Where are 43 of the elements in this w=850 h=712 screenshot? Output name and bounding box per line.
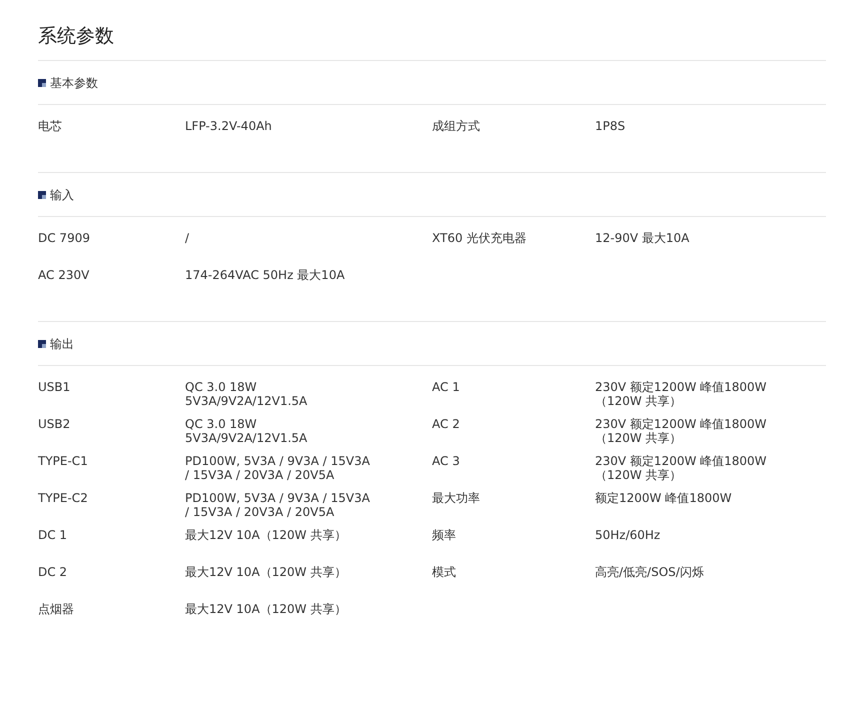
section-heading: 输出 [50, 336, 74, 352]
spec-label: 最大功率 [432, 491, 481, 505]
spec-label: AC 1 [432, 380, 461, 394]
spec-label: TYPE-C1 [38, 454, 89, 468]
spec-value: 230V 额定1200W 峰值1800W（120W 共享） [595, 454, 768, 482]
spec-value: PD100W, 5V3A / 9V3A / 15V3A / 15V3A / 20V3A / 20V5A [185, 491, 370, 519]
spec-value: 50Hz/60Hz [595, 528, 662, 542]
spec-value: QC 3.0 18W 5V3A/9V2A/12V1.5A [185, 417, 308, 445]
section-icon [38, 340, 46, 348]
spec-value: 174-264VAC 50Hz 最大10A [185, 268, 346, 282]
spec-value: 1P8S [595, 119, 626, 133]
spec-label: XT60 光伏充电器 [432, 231, 528, 245]
spec-value: 额定1200W 峰值1800W [595, 491, 733, 505]
spec-label: 点烟器 [38, 602, 75, 616]
spec-value: 12-90V 最大10A [595, 231, 690, 245]
spec-value: / [185, 231, 190, 245]
spec-label: 电芯 [38, 119, 63, 133]
page-title: 系统参数 [38, 24, 115, 49]
spec-value: PD100W, 5V3A / 9V3A / 15V3A / 15V3A / 20V3A / 20V5A [185, 454, 370, 482]
spec-label: TYPE-C2 [38, 491, 89, 505]
spec-value: QC 3.0 18W 5V3A/9V2A/12V1.5A [185, 380, 308, 408]
section-icon [38, 78, 46, 86]
spec-value: 最大12V 10A（120W 共享） [185, 602, 348, 616]
spec-label: DC 2 [38, 565, 68, 579]
spec-label: 成组方式 [432, 119, 481, 133]
spec-value: 高亮/低亮/SOS/闪烁 [595, 565, 705, 579]
spec-label: DC 7909 [38, 231, 91, 245]
spec-label: 频率 [432, 528, 457, 542]
spec-value: 230V 额定1200W 峰值1800W（120W 共享） [595, 417, 768, 445]
section-icon [38, 190, 46, 198]
spec-label: USB1 [38, 380, 72, 394]
spec-label: AC 3 [432, 454, 461, 468]
spec-label: AC 230V [38, 268, 90, 282]
spec-value: 230V 额定1200W 峰值1800W（120W 共享） [595, 380, 768, 408]
spec-label: AC 2 [432, 417, 461, 431]
spec-value: 最大12V 10A（120W 共享） [185, 528, 348, 542]
section-heading: 输入 [50, 186, 74, 204]
section-heading: 基本参数 [50, 74, 98, 92]
spec-label: USB2 [38, 417, 72, 431]
spec-value: LFP-3.2V-40Ah [185, 119, 273, 133]
spec-label: 模式 [432, 565, 457, 579]
spec-label: DC 1 [38, 528, 68, 542]
spec-value: 最大12V 10A（120W 共享） [185, 565, 348, 579]
